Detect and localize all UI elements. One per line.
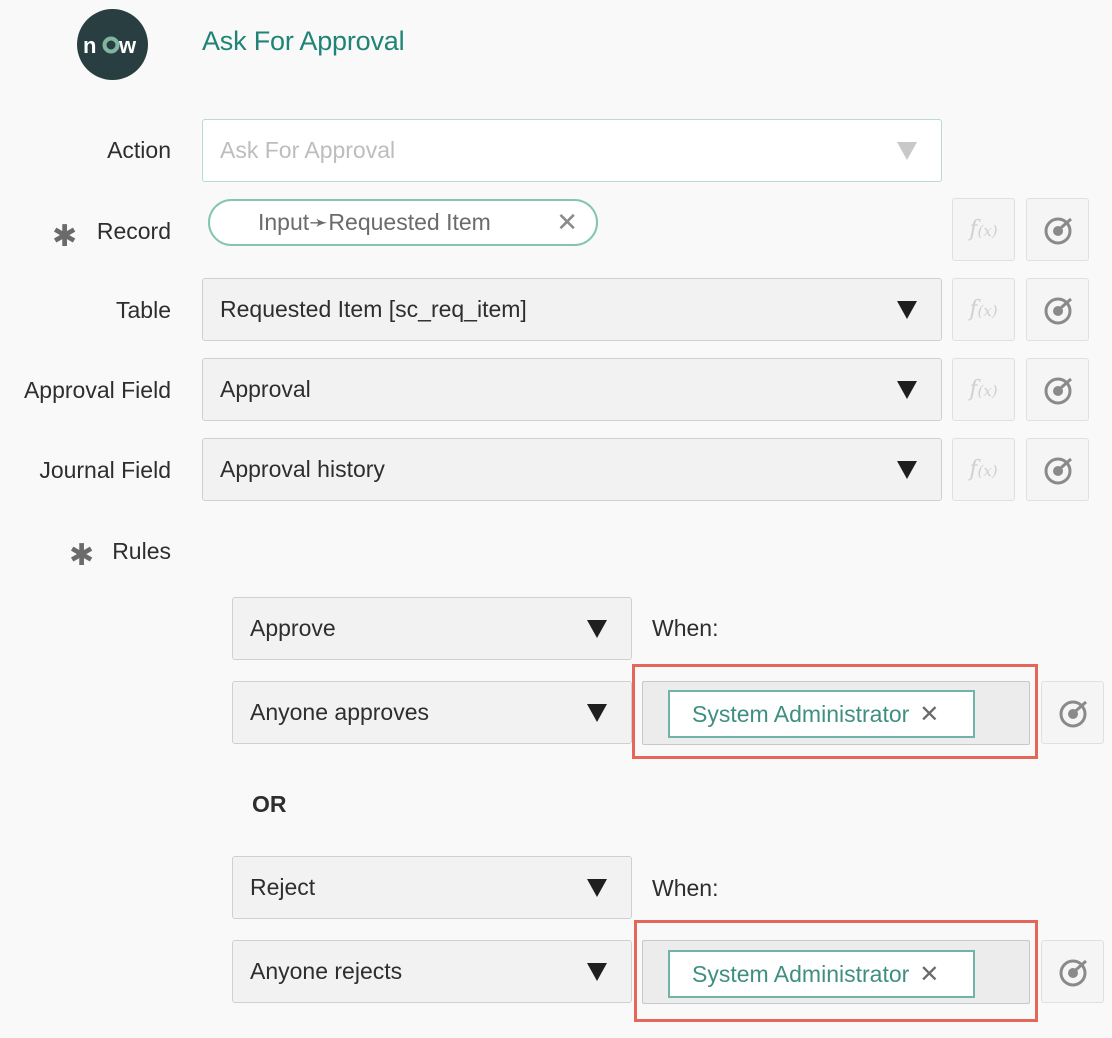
svg-text:n: n [83, 33, 96, 58]
remove-user-icon[interactable]: ✕ [919, 700, 939, 729]
data-pill-picker-button[interactable] [1026, 278, 1089, 341]
action-select[interactable]: Ask For Approval [202, 119, 942, 182]
rule-action-value: Reject [250, 874, 316, 900]
chevron-down-icon [587, 878, 607, 897]
record-pill-value: Input➛Requested Item [258, 209, 491, 235]
data-pill-icon [1044, 217, 1072, 244]
table-select[interactable]: Requested Item [sc_req_item] [202, 278, 942, 341]
chevron-down-icon [587, 619, 607, 638]
data-pill-picker-button[interactable] [1041, 681, 1104, 744]
data-pill-picker-button[interactable] [1026, 198, 1089, 261]
rules-label: Rules [112, 538, 171, 564]
data-pill-picker-button[interactable] [1026, 438, 1089, 501]
table-value: Requested Item [sc_req_item] [220, 296, 527, 322]
when-label: When: [652, 615, 719, 641]
record-label: Record [96, 218, 171, 244]
rule-condition-value: Anyone rejects [250, 958, 403, 984]
user-chip-label: System Administrator [692, 960, 910, 987]
data-pill-icon [1059, 959, 1087, 986]
data-pill-icon [1059, 700, 1087, 727]
approval-field-label: Approval Field [23, 377, 171, 403]
function-icon: f(x) [969, 457, 998, 482]
rule-condition-value: Anyone approves [250, 699, 430, 725]
rule-action-value: Approve [250, 615, 336, 641]
chevron-down-icon [897, 380, 917, 399]
user-chip-label: System Administrator [692, 700, 910, 727]
action-placeholder: Ask For Approval [220, 137, 396, 163]
data-pill-icon [1044, 297, 1072, 324]
fx-button[interactable]: f(x) [952, 198, 1015, 261]
record-data-pill[interactable]: Input➛Requested Item ✕ [208, 199, 598, 246]
servicenow-logo: n w [77, 9, 148, 80]
rule-condition-select[interactable]: Anyone rejects [232, 940, 632, 1003]
chevron-down-icon [897, 460, 917, 479]
user-chip[interactable]: System Administrator ✕ [668, 950, 975, 998]
journal-field-label: Journal Field [39, 457, 171, 483]
now-logo-icon: n w [83, 33, 137, 58]
when-label: When: [652, 875, 719, 901]
chevron-down-icon [587, 962, 607, 981]
function-icon: f(x) [969, 217, 998, 242]
rule-condition-select[interactable]: Anyone approves [232, 681, 632, 744]
table-label: Table [116, 297, 171, 323]
approval-field-value: Approval [220, 376, 311, 402]
svg-text:w: w [118, 33, 137, 58]
fx-button[interactable]: f(x) [952, 438, 1015, 501]
data-pill-picker-button[interactable] [1041, 940, 1104, 1003]
chevron-down-icon [587, 703, 607, 722]
action-label: Action [107, 137, 171, 163]
data-pill-icon [1044, 457, 1072, 484]
or-separator: OR [252, 791, 287, 817]
remove-user-icon[interactable]: ✕ [919, 960, 939, 989]
data-pill-icon [1044, 377, 1072, 404]
function-icon: f(x) [969, 377, 998, 402]
remove-pill-icon[interactable]: ✕ [556, 207, 578, 238]
chevron-down-icon [897, 141, 917, 160]
user-chip[interactable]: System Administrator ✕ [668, 690, 975, 738]
chevron-down-icon [897, 300, 917, 319]
rule-action-select[interactable]: Approve [232, 597, 632, 660]
data-pill-picker-button[interactable] [1026, 358, 1089, 421]
rule-action-select[interactable]: Reject [232, 856, 632, 919]
function-icon: f(x) [969, 297, 998, 322]
approval-field-select[interactable]: Approval [202, 358, 942, 421]
journal-field-select[interactable]: Approval history [202, 438, 942, 501]
journal-field-value: Approval history [220, 456, 385, 482]
page-title: Ask For Approval [202, 26, 405, 56]
fx-button[interactable]: f(x) [952, 278, 1015, 341]
fx-button[interactable]: f(x) [952, 358, 1015, 421]
